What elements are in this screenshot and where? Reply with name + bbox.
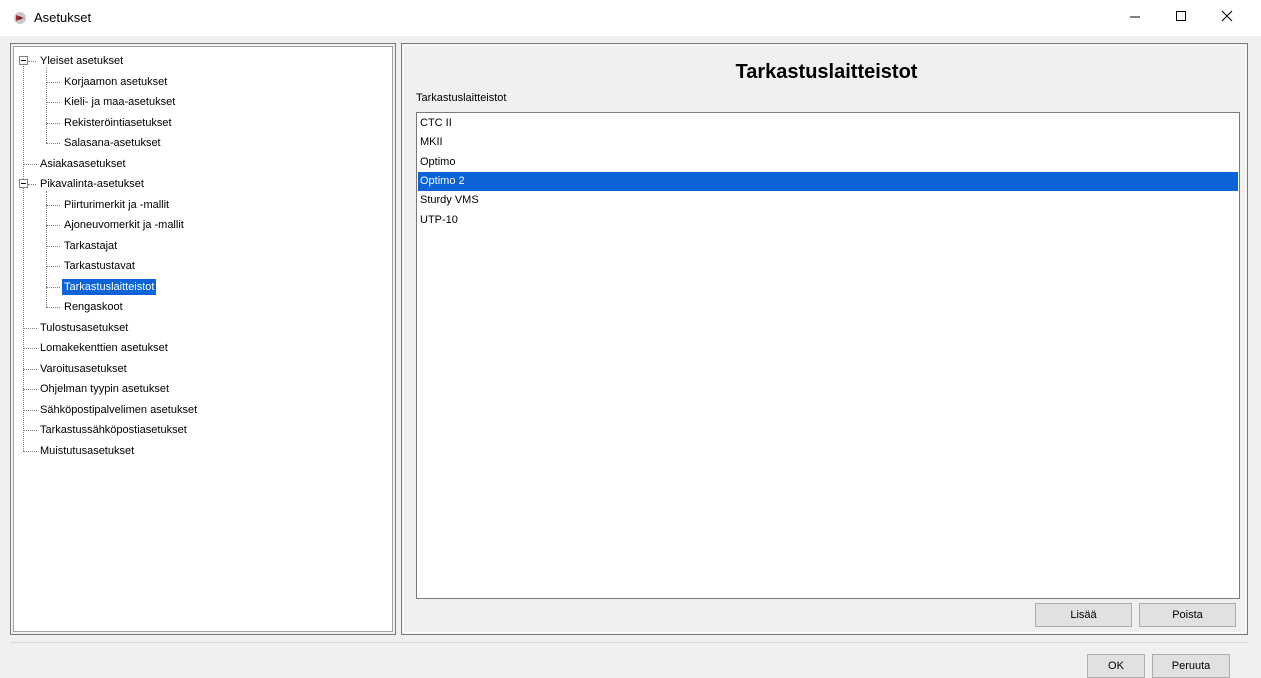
tree-item[interactable]: Tarkastajat [62,236,119,256]
tree-item[interactable]: Pikavalinta-asetukset [38,174,146,194]
close-icon [1221,10,1233,22]
settings-tree-panel: Yleiset asetukset Korjaamon asetukset Kiel… [10,43,396,635]
list-item[interactable]: Optimo 2 [418,171,1238,191]
tree-item[interactable]: Yleiset asetukset [38,51,125,71]
tree-item[interactable]: Piirturimerkit ja -mallit [62,195,171,215]
close-button[interactable] [1204,0,1250,32]
list-item[interactable]: MKII [418,133,1238,152]
tree-item-label: Yleiset asetukset [40,55,124,67]
list-item[interactable]: UTP-10 [418,211,1238,230]
tree-item[interactable]: Varoitusasetukset [38,359,129,379]
tree-item[interactable]: Lomakekenttien asetukset [38,338,170,358]
list-item[interactable]: Sturdy VMS [418,191,1238,210]
tree-item[interactable]: Ajoneuvomerkit ja -mallit [62,215,186,235]
tree-item[interactable]: Asiakasasetukset [38,154,128,174]
list-item[interactable]: Optimo [418,153,1238,172]
equipment-listbox[interactable]: CTC II MKII Optimo Optimo 2 Sturdy VMS UTP-10 [416,112,1240,599]
maximize-button[interactable] [1158,0,1204,32]
ok-button[interactable]: OK [1087,654,1145,678]
tree-item-label: Muistutusasetukset [40,444,135,457]
tree-item-label: Salasana-asetukset [64,137,161,149]
add-button[interactable]: Lisää [1035,603,1132,627]
tree-item[interactable]: Sähköpostipalvelimen asetukset [38,400,199,420]
collapse-toggle-icon[interactable] [19,179,28,188]
maximize-icon [1176,11,1186,21]
tree-item[interactable]: Tulostusasetukset [38,318,130,338]
tree-item-label: Piirturimerkit ja -mallit [64,198,170,211]
tree-guide-line [46,191,47,307]
tree-item[interactable]: Salasana-asetukset [62,133,163,153]
tree-item-label: Tarkastussähköpostiasetukset [40,424,187,436]
tree-item-label: Rekisteröintiasetukset [64,116,172,129]
settings-tree[interactable]: Yleiset asetukset Korjaamon asetukset Kiel… [13,46,393,632]
tree-item-label: Varoitusasetukset [40,362,127,375]
tree-item[interactable]: Rekisteröintiasetukset [62,113,174,133]
tree-item-label: Tarkastustavat [64,260,135,272]
list-item[interactable]: CTC II [418,114,1238,133]
tree-item-label: Kieli- ja maa-asetukset [64,96,176,108]
minimize-icon [1130,16,1140,18]
tree-item-label: Tulostusasetukset [40,321,129,334]
tree-item-label: Tarkastuslaitteistot [62,278,157,295]
tree-item[interactable]: Tarkastussähköpostiasetukset [38,420,189,440]
tree-item[interactable]: Korjaamon asetukset [62,72,169,92]
app-logo-icon [13,11,27,25]
tree-item-label: Asiakasasetukset [40,157,126,170]
tree-item-label: Rengaskoot [64,301,123,313]
footer-divider [10,642,1248,643]
page-title: Tarkastuslaitteistot [735,61,918,83]
tree-item[interactable]: Muistutusasetukset [38,441,136,461]
collapse-toggle-icon[interactable] [19,56,28,65]
tree-guide-line [46,68,47,143]
title-bar: Asetukset [0,0,1261,36]
settings-content-panel: Tarkastuslaitteistot Tarkastuslaitteisto… [401,43,1248,635]
tree-item[interactable]: Tarkastustavat [62,256,137,276]
tree-item-label: Korjaamon asetukset [64,75,168,88]
remove-button[interactable]: Poista [1139,603,1236,627]
tree-guide-line [23,57,24,451]
tree-item[interactable]: Tarkastuslaitteistot [62,277,157,297]
tree-item-label: Lomakekenttien asetukset [40,342,168,354]
tree-item[interactable]: Rengaskoot [62,297,125,317]
tree-item-label: Tarkastajat [64,239,118,252]
tree-item-label: Ajoneuvomerkit ja -mallit [64,219,184,231]
tree-item[interactable]: Kieli- ja maa-asetukset [62,92,177,112]
tree-item[interactable]: Ohjelman tyypin asetukset [38,379,171,399]
minimize-button[interactable] [1112,0,1158,32]
tree-item-label: Sähköpostipalvelimen asetukset [40,403,198,416]
tree-item-label: Pikavalinta-asetukset [40,178,144,190]
cancel-button[interactable]: Peruuta [1152,654,1230,678]
window-title: Asetukset [34,10,92,25]
tree-item-label: Ohjelman tyypin asetukset [40,383,170,395]
list-label: Tarkastuslaitteistot [416,92,507,104]
